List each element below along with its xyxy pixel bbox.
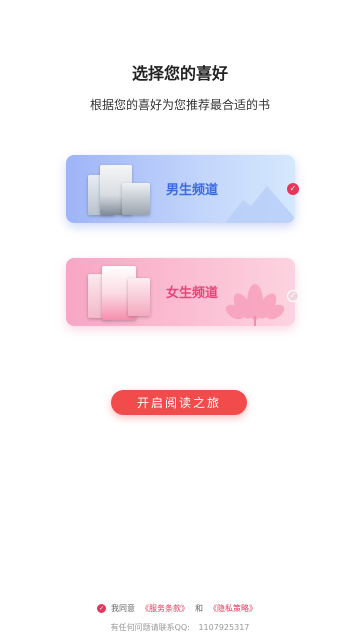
start-reading-button[interactable]: 开启阅读之旅 — [111, 390, 247, 415]
mountain-decoration — [225, 186, 295, 223]
male-channel-card[interactable]: 男生频道 — [66, 155, 295, 223]
male-book-covers — [88, 161, 158, 219]
preference-screen: 选择您的喜好 根据您的喜好为您推荐最合适的书 男生频道 ✓ 女生频道 ✓ 开启阅… — [0, 0, 360, 640]
lotus-decoration — [225, 284, 285, 326]
book-cover — [122, 183, 150, 215]
contact-qq: 1107925317 — [198, 623, 250, 632]
agree-and: 和 — [195, 604, 203, 613]
privacy-link[interactable]: 《隐私策略》 — [209, 603, 257, 614]
contact-label: 有任何问题请联系QQ: — [110, 623, 190, 632]
male-selected-check-icon[interactable]: ✓ — [287, 183, 299, 195]
agree-prefix: 我同意 — [111, 604, 135, 613]
female-unselected-check-icon[interactable]: ✓ — [287, 290, 299, 302]
page-subtitle: 根据您的喜好为您推荐最合适的书 — [89, 98, 270, 112]
terms-link[interactable]: 《服务条款》 — [141, 603, 189, 614]
female-channel-label: 女生频道 — [166, 286, 219, 301]
agreement-row: ✓ 我同意 《服务条款》 和 《隐私策略》 — [0, 603, 360, 614]
male-channel-label: 男生频道 — [166, 183, 219, 198]
page-title: 选择您的喜好 — [131, 64, 228, 83]
female-channel-card[interactable]: 女生频道 — [66, 258, 295, 326]
female-book-covers — [88, 264, 158, 322]
book-cover — [128, 278, 150, 316]
agree-checkbox-icon[interactable]: ✓ — [97, 604, 106, 613]
contact-info: 有任何问题请联系QQ: 1107925317 — [0, 622, 360, 633]
